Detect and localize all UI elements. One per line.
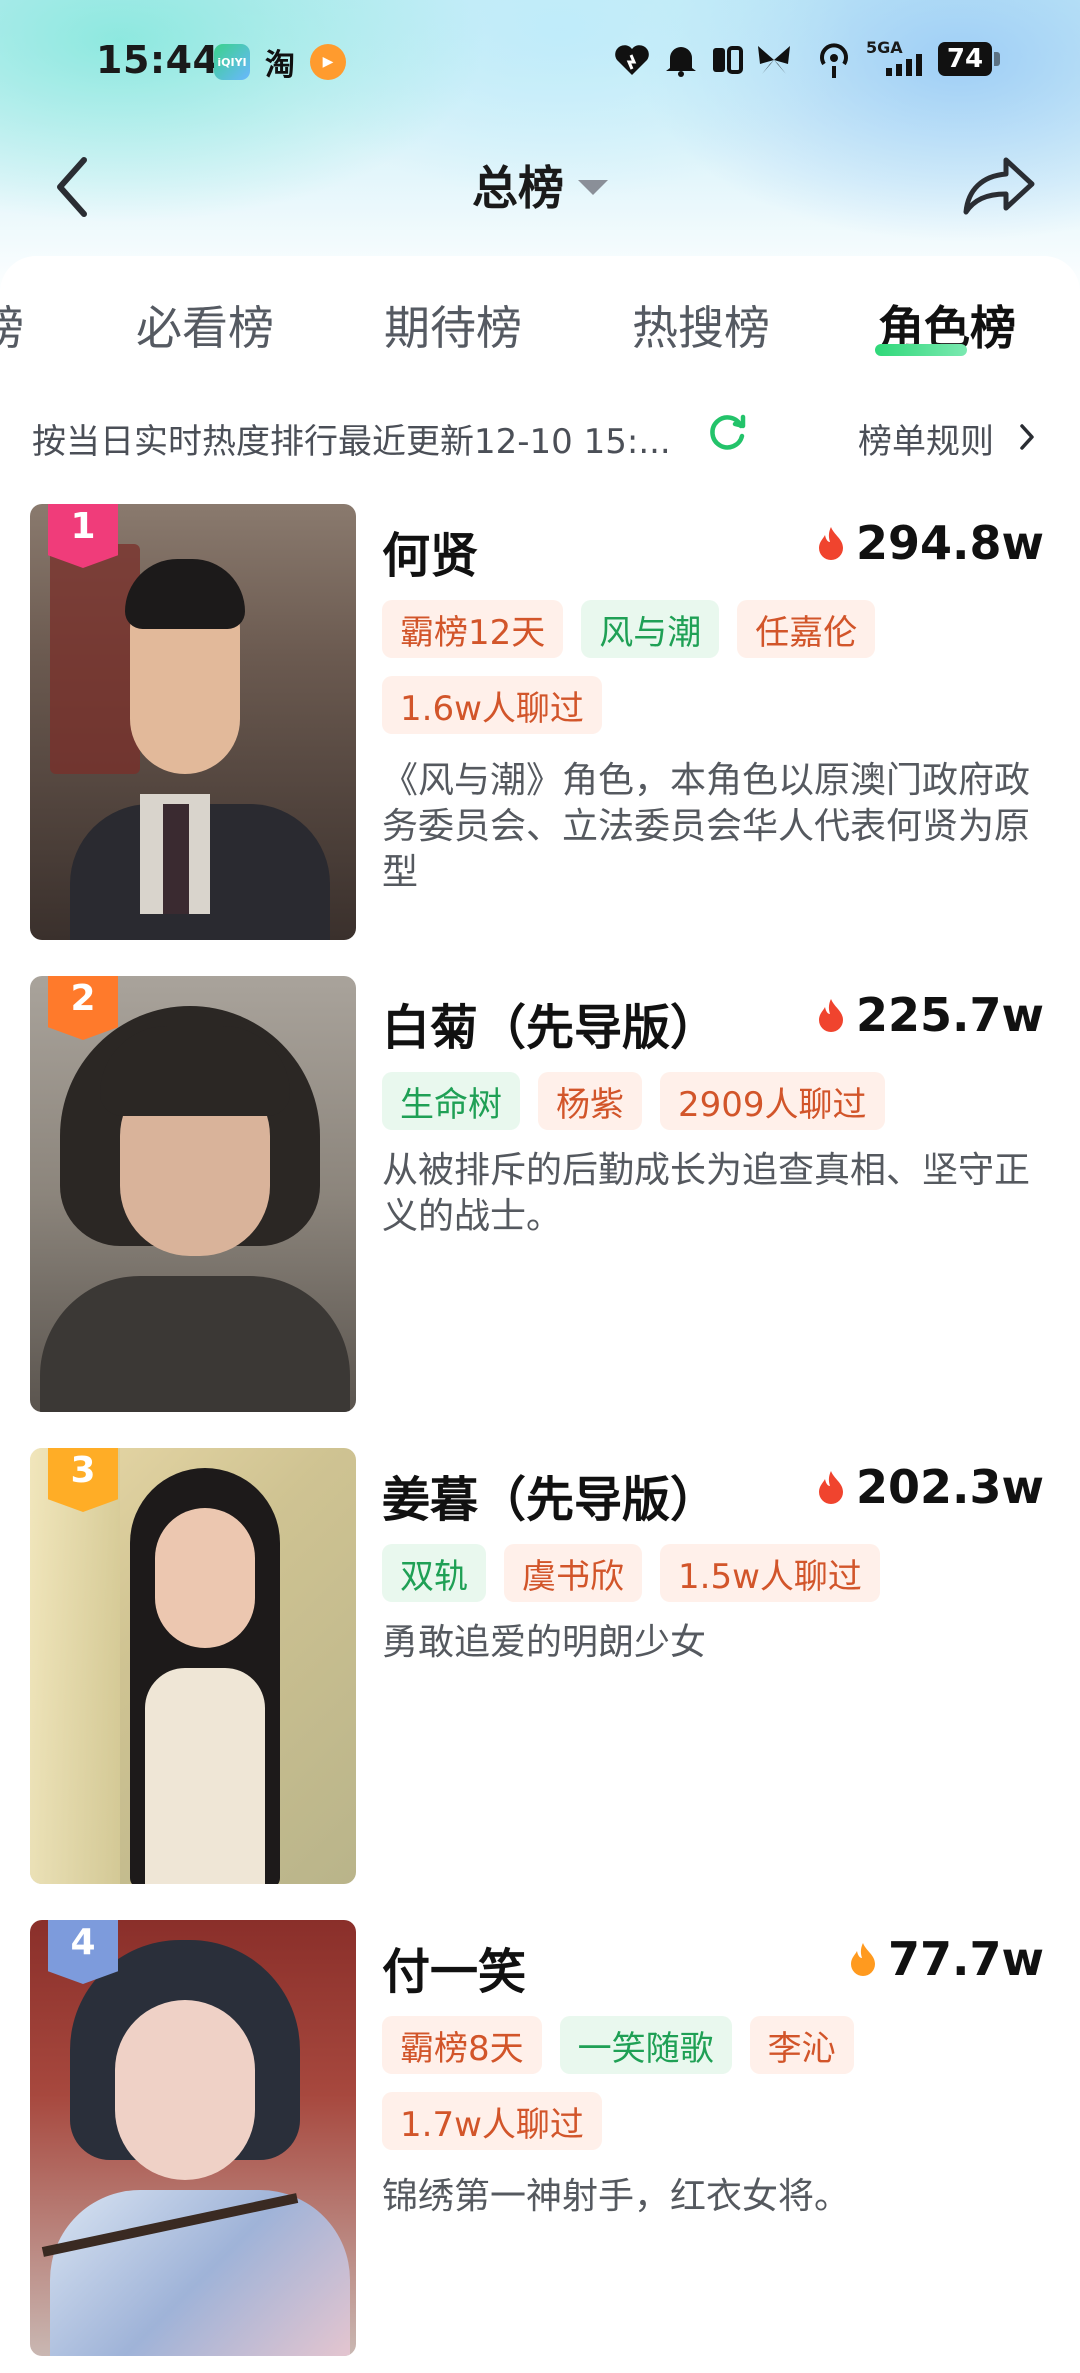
signal-icon [886, 54, 922, 76]
heat-score: 294.8w [816, 516, 1044, 570]
tag[interactable]: 李沁 [749, 2016, 854, 2074]
active-tab-indicator [875, 344, 967, 356]
heat-score: 225.7w [816, 988, 1044, 1042]
character-description: 锦绣第一神射手，红衣女将。 [382, 2176, 851, 2217]
heat-value: 225.7w [856, 988, 1044, 1042]
tag[interactable]: 一笑随歌 [559, 2016, 732, 2074]
tag[interactable]: 霸榜8天 [382, 2016, 542, 2074]
heat-value: 294.8w [856, 516, 1044, 570]
tab-hot-search[interactable]: 热搜榜 [632, 292, 770, 358]
refresh-icon[interactable] [708, 412, 748, 452]
tag[interactable]: 1.7w人聊过 [382, 2092, 602, 2150]
tag-list: 双轨 虞书欣 1.5w人聊过 [382, 1544, 1042, 1620]
list-item[interactable]: 2 白菊（先导版） 225.7w 生命树 杨紫 2909人聊过 从被排斥的后勤成… [0, 976, 1080, 1412]
tag[interactable]: 霸榜12天 [382, 600, 564, 658]
character-description: 勇敢追爱的明朗少女 [382, 1622, 707, 1663]
heat-value: 77.7w [888, 1932, 1044, 1986]
flame-icon [819, 1471, 843, 1504]
video-app-icon: ▶ [310, 44, 346, 80]
tag[interactable]: 生命树 [382, 1072, 520, 1130]
character-description: 《风与潮》角色，本角色以原澳门政府政务委员会、立法委员会华人代表何贤为原型 [382, 760, 1031, 893]
list-item[interactable]: 1 何贤 294.8w 霸榜12天 风与潮 任嘉伦 1.6w人聊过 《风与潮》角… [0, 504, 1080, 940]
tab-partial[interactable]: 榜 [0, 292, 24, 358]
iqiyi-app-icon: iQIYI [214, 44, 250, 80]
tag-list: 生命树 杨紫 2909人聊过 [382, 1072, 1042, 1148]
tab-bar: 榜 必看榜 期待榜 热搜榜 角色榜 [0, 292, 1080, 372]
tag[interactable]: 1.5w人聊过 [660, 1544, 880, 1602]
butterfly-icon [758, 46, 790, 74]
share-icon[interactable] [960, 150, 1038, 220]
chevron-right-icon[interactable] [1018, 422, 1036, 452]
nfc-icon [713, 46, 743, 74]
status-bar: 15:44 iQIYI 淘 ▶ 5GA 74 [0, 0, 1080, 120]
bell-icon [666, 47, 696, 77]
update-info: 按当日实时热度排行最近更新12-10 15:... [32, 422, 671, 462]
heat-value: 202.3w [856, 1460, 1044, 1514]
title-dropdown[interactable]: 总榜 [0, 150, 1080, 220]
battery-icon [994, 52, 1000, 66]
heat-score: 202.3w [816, 1460, 1044, 1514]
heart-status-icon [615, 45, 649, 75]
hotspot-icon [820, 43, 848, 78]
rank-badge: 2 [48, 976, 118, 1040]
taobao-app-icon: 淘 [265, 48, 295, 83]
character-name: 姜暮（先导版） [382, 1472, 719, 1528]
character-portrait[interactable]: 3 [30, 1448, 356, 1884]
character-portrait[interactable]: 4 [30, 1920, 356, 2356]
tag[interactable]: 双轨 [382, 1544, 486, 1602]
list-item[interactable]: 4 付一笑 77.7w 霸榜8天 一笑随歌 李沁 1.7w人聊过 锦绣第一神射手… [0, 1920, 1080, 2356]
status-time: 15:44 [96, 38, 220, 82]
tag[interactable]: 风与潮 [581, 600, 720, 658]
tag[interactable]: 2909人聊过 [660, 1072, 885, 1130]
battery-level: 74 [938, 42, 992, 76]
character-name: 付一笑 [382, 1944, 527, 2000]
tag-list: 霸榜8天 一笑随歌 李沁 1.7w人聊过 [382, 2016, 1042, 2168]
tag[interactable]: 任嘉伦 [737, 600, 876, 658]
flame-icon [851, 1943, 875, 1976]
tag[interactable]: 杨紫 [538, 1072, 642, 1130]
tab-must-watch[interactable]: 必看榜 [136, 292, 274, 358]
tag[interactable]: 1.6w人聊过 [382, 676, 602, 734]
flame-icon [819, 999, 843, 1032]
flame-icon [819, 527, 843, 560]
rules-link[interactable]: 榜单规则 [858, 414, 994, 463]
heat-score: 77.7w [848, 1932, 1044, 1986]
tab-anticipated[interactable]: 期待榜 [384, 292, 522, 358]
character-portrait[interactable]: 2 [30, 976, 356, 1412]
rank-badge: 4 [48, 1920, 118, 1984]
character-portrait[interactable]: 1 [30, 504, 356, 940]
list-item[interactable]: 3 姜暮（先导版） 202.3w 双轨 虞书欣 1.5w人聊过 勇敢追爱的明朗少… [0, 1448, 1080, 1884]
character-name: 白菊（先导版） [382, 1000, 719, 1056]
character-description: 从被排斥的后勤成长为追查真相、坚守正义的战士。 [382, 1150, 1031, 1237]
rank-badge: 3 [48, 1448, 118, 1512]
tag-list: 霸榜12天 风与潮 任嘉伦 1.6w人聊过 [382, 600, 1042, 752]
tag[interactable]: 虞书欣 [504, 1544, 642, 1602]
character-name: 何贤 [382, 528, 479, 584]
chevron-down-icon [578, 179, 608, 195]
rank-badge: 1 [48, 504, 118, 568]
page-title: 总榜 [472, 161, 564, 215]
